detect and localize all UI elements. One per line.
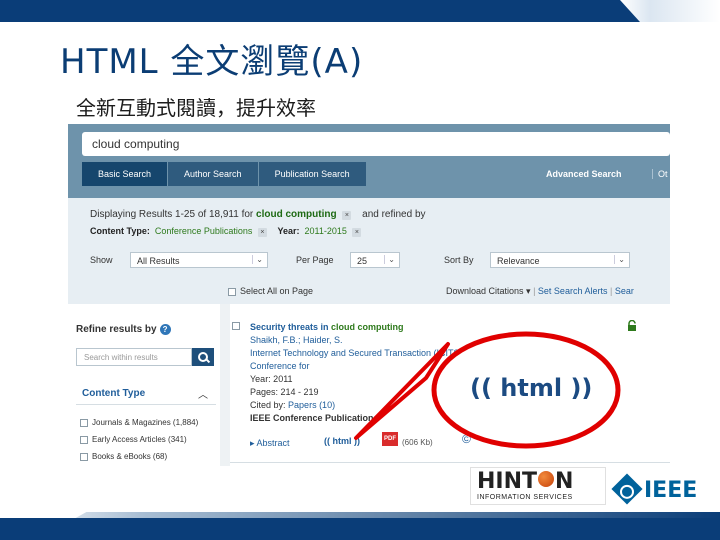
- hinton-logo-subtitle: INFORMATION SERVICES: [477, 494, 573, 501]
- show-label: Show: [90, 255, 113, 265]
- remove-query-icon[interactable]: ×: [342, 211, 352, 220]
- facet-label: Early Access Articles (341): [92, 435, 187, 444]
- result-authors[interactable]: Shaikh, F.B.; Haider, S.: [250, 335, 343, 345]
- facet-checkbox[interactable]: [80, 452, 88, 461]
- result-title-keyword: cloud computing: [331, 322, 404, 332]
- refine-title-text: Refine results by: [76, 324, 157, 335]
- refined-by-text: and refined by: [362, 209, 426, 220]
- result-conference-line2[interactable]: Conference for: [250, 361, 310, 371]
- facet-journals[interactable]: Journals & Magazines (1,884): [80, 418, 198, 427]
- result-title-link[interactable]: Security threats in cloud computing: [250, 322, 404, 332]
- cited-by-link[interactable]: Papers (10): [288, 400, 335, 410]
- cited-by-label: Cited by:: [250, 400, 286, 410]
- tab-author-search[interactable]: Author Search: [168, 162, 258, 186]
- result-title-text: Security threats in: [250, 322, 329, 332]
- callout-html-label: (( html )): [470, 374, 593, 402]
- ieee-logo: IEEE: [611, 473, 698, 505]
- show-select[interactable]: All Results ⌄: [130, 252, 268, 268]
- hinton-logo-word: HINT N: [477, 469, 573, 494]
- select-all-control[interactable]: Select All on Page: [228, 286, 313, 296]
- result-year: Year: 2011: [250, 374, 293, 384]
- divider: [76, 404, 216, 405]
- slide-subtitle: 全新互動式閱讀，提升效率: [76, 96, 316, 120]
- hinton-logo-left: HINT: [477, 469, 538, 494]
- per-page-label: Per Page: [296, 255, 334, 265]
- facet-books[interactable]: Books & eBooks (68): [80, 452, 167, 461]
- results-query: cloud computing: [256, 209, 337, 220]
- show-select-value: All Results: [137, 256, 180, 266]
- hinton-logo: HINT N INFORMATION SERVICES: [470, 467, 606, 505]
- chevron-down-icon: ⌄: [614, 255, 625, 264]
- hinton-logo-right: N: [555, 469, 574, 494]
- ieee-badge-icon: [611, 473, 643, 505]
- results-summary-panel: Displaying Results 1-25 of 18,911 for cl…: [68, 198, 670, 304]
- sort-by-label: Sort By: [444, 255, 474, 265]
- abstract-toggle[interactable]: ▸ Abstract: [250, 438, 290, 449]
- active-filters: Content Type: Conference Publications × …: [90, 226, 369, 237]
- year-filter-value: 2011-2015: [304, 226, 347, 236]
- result-checkbox[interactable]: [232, 322, 240, 330]
- search-history-link[interactable]: Sear: [615, 286, 634, 296]
- download-citations-button[interactable]: Download Citations ▾: [446, 286, 531, 296]
- search-input[interactable]: cloud computing: [82, 132, 670, 156]
- sort-by-select-value: Relevance: [497, 256, 540, 266]
- chevron-down-icon: ⌄: [252, 255, 263, 264]
- remove-content-type-icon[interactable]: ×: [257, 228, 267, 237]
- divider: [230, 462, 670, 463]
- hinton-logo-o-icon: [538, 471, 555, 487]
- remove-year-icon[interactable]: ×: [352, 228, 362, 237]
- search-header: cloud computing Basic Search Author Sear…: [68, 124, 670, 198]
- search-icon[interactable]: [192, 348, 214, 366]
- facet-label: Journals & Magazines (1,884): [92, 418, 199, 427]
- search-tabs: Basic Search Author Search Publication S…: [82, 162, 367, 186]
- result-cited-by: Cited by: Papers (10): [250, 400, 335, 410]
- facet-label: Books & eBooks (68): [92, 452, 168, 461]
- search-alerts-link[interactable]: Set Search Alerts: [538, 286, 608, 296]
- results-count-line: Displaying Results 1-25 of 18,911 for cl…: [90, 209, 426, 220]
- chevron-up-icon[interactable]: ︿: [198, 386, 208, 401]
- refine-title: Refine results by?: [76, 324, 171, 335]
- per-page-select[interactable]: 25 ⌄: [350, 252, 400, 268]
- tab-basic-search[interactable]: Basic Search: [82, 162, 168, 186]
- content-type-filter-value: Conference Publications: [154, 226, 253, 236]
- content-type-filter-label: Content Type:: [90, 226, 150, 236]
- other-search-link[interactable]: Ot: [652, 169, 668, 179]
- bottom-banner: [0, 518, 720, 540]
- facet-checkbox[interactable]: [80, 435, 88, 444]
- results-actions: Download Citations ▾ | Set Search Alerts…: [446, 286, 634, 296]
- year-filter-label: Year:: [277, 226, 300, 236]
- select-all-checkbox[interactable]: [228, 287, 236, 296]
- content-type-heading[interactable]: Content Type: [82, 388, 145, 399]
- results-count-text: Displaying Results 1-25 of 18,911 for: [90, 209, 254, 220]
- slide-title: HTML 全文瀏覽(A): [60, 42, 364, 82]
- refine-sidebar: Refine results by? Search within results…: [68, 314, 220, 466]
- chevron-down-icon: ⌄: [384, 255, 395, 264]
- facet-early-access[interactable]: Early Access Articles (341): [80, 435, 187, 444]
- slide: HTML 全文瀏覽(A) 全新互動式閱讀，提升效率 cloud computin…: [0, 0, 720, 540]
- lock-icon: [628, 320, 636, 331]
- tab-publication-search[interactable]: Publication Search: [258, 162, 366, 186]
- sort-by-select[interactable]: Relevance ⌄: [490, 252, 630, 268]
- advanced-search-link[interactable]: Advanced Search: [546, 169, 622, 179]
- facet-checkbox[interactable]: [80, 418, 88, 427]
- help-icon[interactable]: ?: [159, 324, 171, 335]
- top-banner: [0, 0, 720, 22]
- column-separator: [220, 304, 230, 466]
- select-all-label: Select All on Page: [240, 286, 314, 296]
- per-page-select-value: 25: [357, 256, 368, 266]
- search-within-input[interactable]: Search within results: [76, 348, 192, 366]
- ieee-logo-text: IEEE: [644, 478, 698, 503]
- result-pages: Pages: 214 - 219: [250, 387, 319, 397]
